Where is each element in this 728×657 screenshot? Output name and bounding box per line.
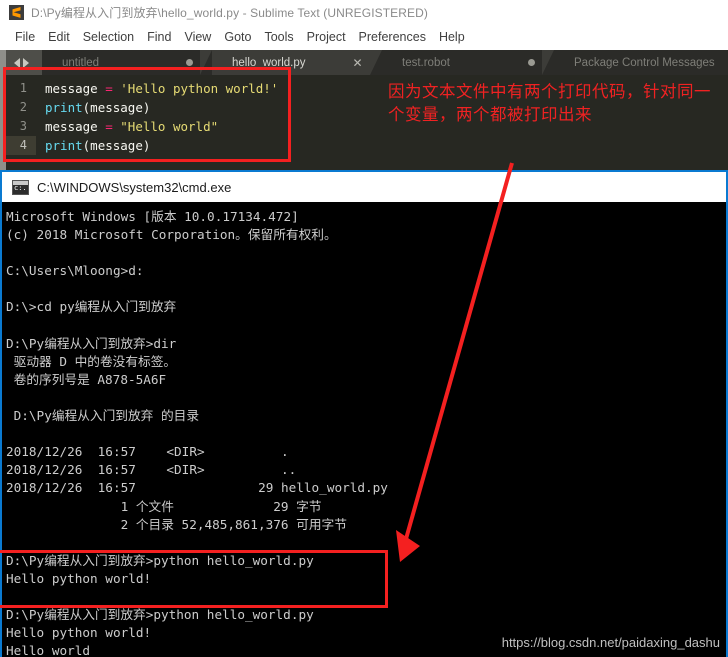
menu-project[interactable]: Project (301, 28, 353, 46)
sublime-menu-bar[interactable]: File Edit Selection Find View Goto Tools… (0, 24, 728, 50)
menu-help[interactable]: Help (433, 28, 472, 46)
console-window-icon (12, 179, 29, 195)
console-line: D:\>cd py编程从入门到放弃 (6, 299, 177, 315)
sublime-title-text: D:\Py编程从入门到放弃\hello_world.py - Sublime T… (31, 5, 428, 20)
sublime-text-logo-icon (9, 4, 24, 20)
tab-scroll-left-icon[interactable] (13, 57, 20, 68)
tab-test-robot[interactable]: test.robot (382, 50, 542, 75)
tab-dirty-dot-icon[interactable] (528, 59, 535, 66)
console-line: 1 个文件 29 字节 (6, 498, 322, 514)
cmd-title-bar: C:\WINDOWS\system32\cmd.exe (2, 172, 726, 202)
menu-preferences[interactable]: Preferences (353, 28, 433, 46)
tab-label: Package Control Messages (574, 56, 715, 69)
menu-edit[interactable]: Edit (42, 28, 77, 46)
cmd-title-text: C:\WINDOWS\system32\cmd.exe (37, 179, 232, 195)
console-line: D:\Py编程从入门到放弃 的目录 (6, 408, 200, 424)
console-line: 2 个目录 52,485,861,376 可用字节 (6, 516, 347, 532)
sublime-title-bar: D:\Py编程从入门到放弃\hello_world.py - Sublime T… (0, 0, 728, 24)
output-highlight-box (0, 550, 388, 608)
screenshot-root: D:\Py编程从入门到放弃\hello_world.py - Sublime T… (0, 0, 728, 657)
menu-find[interactable]: Find (141, 28, 178, 46)
tab-scroll-right-icon[interactable] (22, 57, 29, 68)
menu-file[interactable]: File (9, 28, 42, 46)
console-line: (c) 2018 Microsoft Corporation。保留所有权利。 (6, 227, 337, 243)
menu-tools[interactable]: Tools (258, 28, 300, 46)
console-line: 卷的序列号是 A878-5A6F (6, 371, 167, 387)
tab-dirty-dot-icon[interactable] (186, 59, 193, 66)
code-highlight-box (3, 67, 291, 162)
tab-separator (542, 50, 554, 75)
menu-view[interactable]: View (178, 28, 218, 46)
tab-separator (370, 50, 382, 75)
console-line: D:\Py编程从入门到放弃>dir (6, 335, 177, 351)
console-line: C:\Users\Mloong>d: (6, 263, 144, 279)
console-line: 驱动器 D 中的卷没有标签。 (6, 353, 177, 369)
tab-label: test.robot (402, 56, 450, 69)
console-line: D:\Py编程从入门到放弃>python hello_world.py (6, 607, 314, 623)
watermark-url: https://blog.csdn.net/paidaxing_dashu (501, 635, 720, 650)
annotation-chinese-note: 因为文本文件中有两个打印代码，针对同一个变量，两个都被打印出来 (388, 82, 711, 124)
console-line: 2018/12/26 16:57 <DIR> .. (6, 462, 297, 478)
console-line: Microsoft Windows [版本 10.0.17134.472] (6, 209, 299, 224)
console-line: 2018/12/26 16:57 29 hello_world.py (6, 480, 388, 496)
console-line: 2018/12/26 16:57 <DIR> . (6, 444, 289, 460)
tab-close-icon[interactable]: ✕ (352, 57, 363, 69)
tab-package-control-messages[interactable]: Package Control Messages ✕ (554, 50, 728, 75)
menu-selection[interactable]: Selection (77, 28, 141, 46)
menu-goto[interactable]: Goto (218, 28, 258, 46)
